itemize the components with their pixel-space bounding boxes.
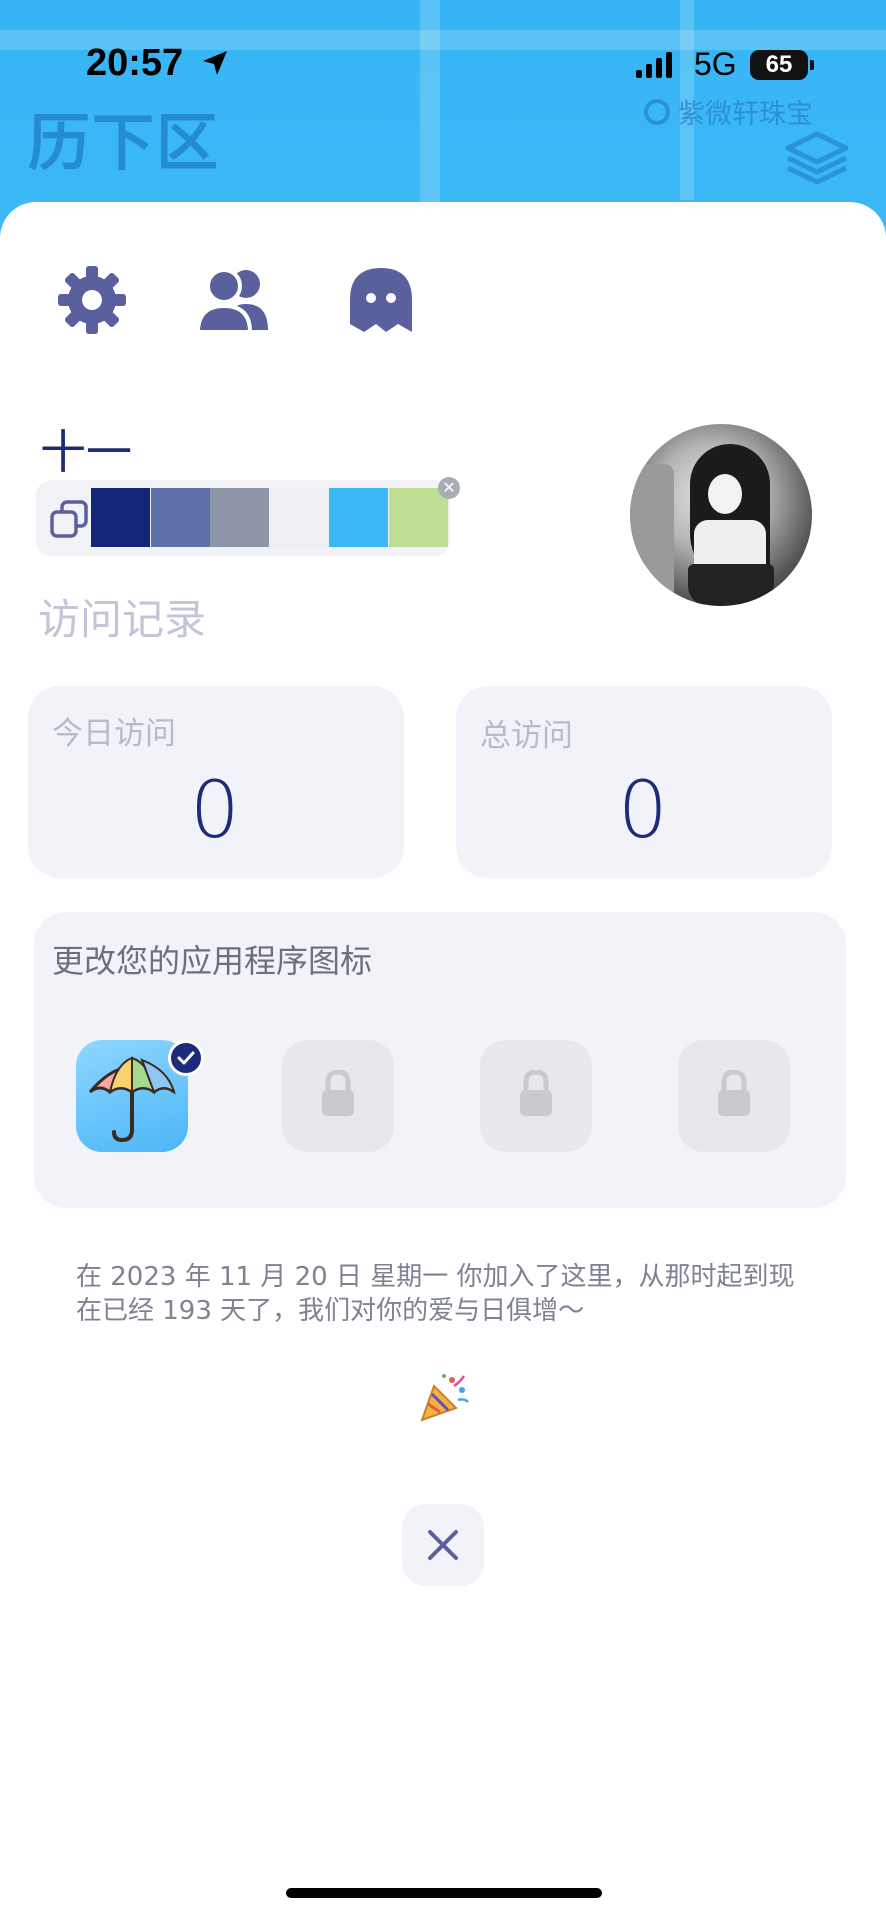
settings-gear-icon[interactable] <box>56 264 128 336</box>
palette-close-icon[interactable]: ✕ <box>438 477 460 499</box>
palette-swatch[interactable] <box>210 488 269 547</box>
palette-swatch[interactable] <box>388 488 448 547</box>
total-visits-label: 总访问 <box>480 718 573 754</box>
selected-check-icon <box>168 1040 204 1076</box>
map-poi-name: 紫微轩珠宝 <box>678 99 813 130</box>
palette-swatch[interactable] <box>269 488 329 547</box>
ghost-icon[interactable] <box>348 264 414 336</box>
status-time: 20:57 <box>86 42 184 84</box>
network-type: 5G <box>694 46 737 82</box>
battery-tip <box>810 60 814 70</box>
map-district-label: 历下区 <box>28 106 221 179</box>
joined-message: 在 2023 年 11 月 20 日 星期一 你加入了这里，从那时起到现在已经 … <box>76 1262 795 1326</box>
lock-icon <box>520 1070 552 1116</box>
app-icon-card-title: 更改您的应用程序图标 <box>52 942 373 980</box>
location-arrow-icon <box>203 51 227 75</box>
total-visits-value: 0 <box>618 766 668 856</box>
signal-icon <box>636 52 672 78</box>
party-popper-icon <box>420 1374 469 1422</box>
today-visits-label: 今日访问 <box>52 716 176 752</box>
map-poi-label[interactable]: 紫微轩珠宝 <box>644 92 813 131</box>
friends-icon[interactable] <box>194 264 272 336</box>
battery-indicator: 65 <box>750 50 808 80</box>
lock-icon <box>322 1070 354 1116</box>
close-button[interactable] <box>402 1504 484 1586</box>
copy-icon[interactable] <box>50 500 88 538</box>
today-visits-value: 0 <box>190 766 240 856</box>
palette-swatch[interactable] <box>150 488 210 547</box>
layers-icon[interactable] <box>784 130 850 190</box>
close-icon <box>428 1530 458 1560</box>
palette-swatch[interactable] <box>329 488 388 547</box>
avatar[interactable] <box>630 424 812 606</box>
visits-section-title: 访问记录 <box>38 595 207 644</box>
palette-swatch[interactable] <box>91 488 150 547</box>
lock-icon <box>718 1070 750 1116</box>
home-indicator <box>286 1888 602 1898</box>
profile-name: 十一 <box>40 425 132 479</box>
map-pin-icon <box>644 98 670 125</box>
